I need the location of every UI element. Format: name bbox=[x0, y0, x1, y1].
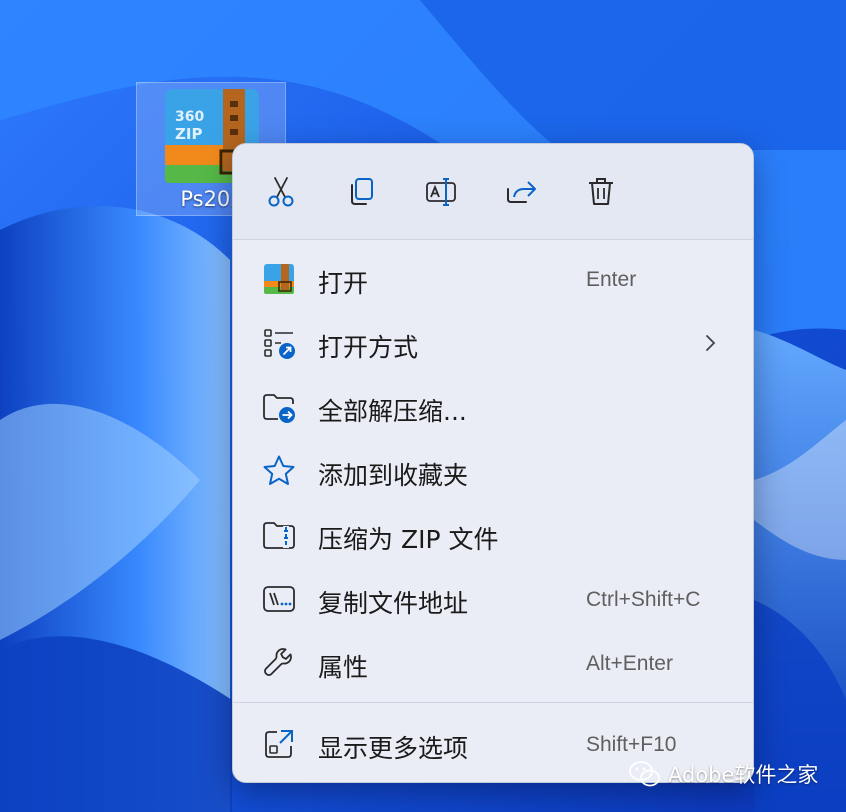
menu-item-label: 压缩为 ZIP 文件 bbox=[318, 525, 499, 554]
delete-button[interactable] bbox=[578, 170, 624, 214]
extract-folder-icon bbox=[261, 389, 297, 425]
rename-button[interactable] bbox=[418, 170, 464, 214]
menu-item-add-to-favorites[interactable]: 添加到收藏夹 bbox=[233, 440, 753, 502]
copy-path-icon bbox=[261, 581, 297, 617]
compress-zip-icon bbox=[261, 517, 297, 553]
menu-item-open[interactable]: 打开 Enter bbox=[233, 248, 753, 310]
menu-item-shortcut: Ctrl+Shift+C bbox=[586, 588, 701, 611]
menu-item-label: 全部解压缩... bbox=[318, 397, 467, 426]
zip-brand-text-2: ZIP bbox=[175, 125, 202, 143]
menu-item-label: 属性 bbox=[318, 653, 369, 682]
menu-item-shortcut: Alt+Enter bbox=[586, 652, 673, 675]
menu-item-label: 添加到收藏夹 bbox=[318, 461, 469, 490]
zip-brand-text-1: 360 bbox=[175, 109, 204, 125]
menu-item-label: 复制文件地址 bbox=[318, 589, 469, 618]
menu-separator bbox=[233, 702, 753, 703]
wechat-icon bbox=[629, 761, 660, 787]
rename-icon bbox=[426, 178, 456, 206]
share-button[interactable] bbox=[498, 170, 544, 214]
menu-item-shortcut: Enter bbox=[586, 268, 637, 291]
copy-icon bbox=[351, 178, 373, 205]
menu-separator bbox=[233, 239, 753, 240]
menu-item-label: 显示更多选项 bbox=[318, 734, 469, 763]
zip-archive-icon bbox=[261, 261, 297, 297]
star-icon bbox=[261, 453, 297, 489]
menu-item-label: 打开方式 bbox=[318, 333, 419, 362]
context-menu: 打开 Enter 打开方式 全部解压缩... 添加到收藏夹 压缩为 ZIP 文件… bbox=[232, 143, 754, 783]
cut-button[interactable] bbox=[258, 170, 304, 214]
menu-item-label: 打开 bbox=[318, 269, 369, 298]
open-with-icon bbox=[261, 325, 297, 361]
copy-button[interactable] bbox=[338, 170, 384, 214]
chevron-right-icon bbox=[706, 335, 716, 351]
scissors-icon bbox=[268, 177, 294, 207]
quick-action-bar bbox=[233, 144, 753, 239]
watermark: Adobe软件之家 bbox=[628, 757, 828, 791]
menu-item-copy-path[interactable]: 复制文件地址 Ctrl+Shift+C bbox=[233, 568, 753, 630]
menu-item-shortcut: Shift+F10 bbox=[586, 733, 677, 756]
menu-item-compress-zip[interactable]: 压缩为 ZIP 文件 bbox=[233, 504, 753, 566]
menu-item-extract-all[interactable]: 全部解压缩... bbox=[233, 376, 753, 438]
trash-icon bbox=[589, 178, 613, 205]
show-more-icon bbox=[261, 726, 297, 762]
menu-item-open-with[interactable]: 打开方式 bbox=[233, 312, 753, 374]
wrench-icon bbox=[261, 645, 297, 681]
menu-item-properties[interactable]: 属性 Alt+Enter bbox=[233, 632, 753, 694]
share-icon bbox=[507, 181, 536, 203]
watermark-text: Adobe软件之家 bbox=[668, 763, 819, 787]
